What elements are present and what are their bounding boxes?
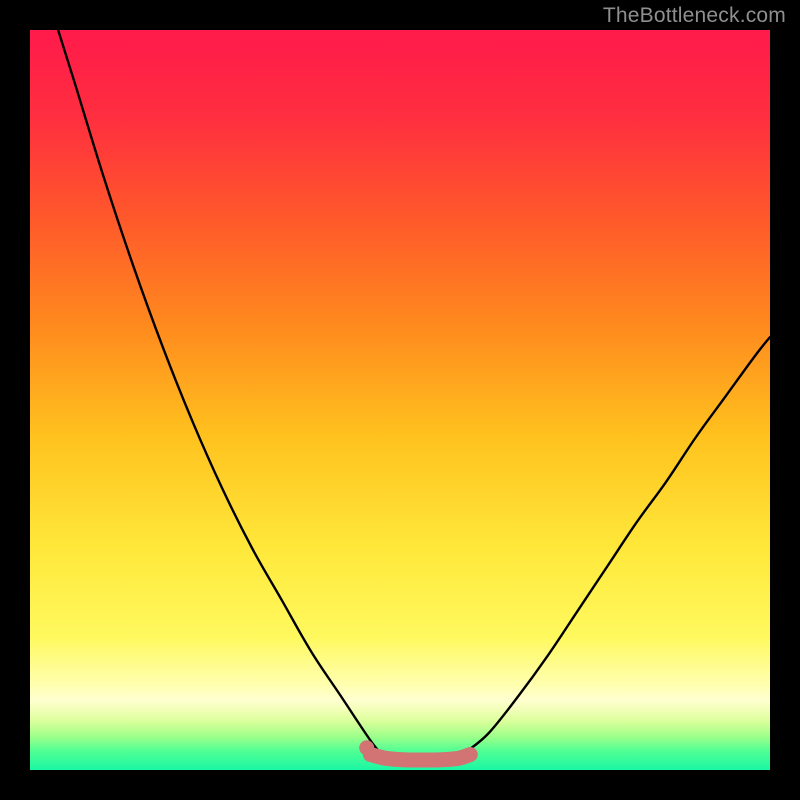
marker-dot [359,740,374,755]
bottleneck-chart [0,0,800,800]
plot-background [30,30,770,770]
outer-frame: TheBottleneck.com [0,0,800,800]
flat-marker-band [370,754,470,760]
